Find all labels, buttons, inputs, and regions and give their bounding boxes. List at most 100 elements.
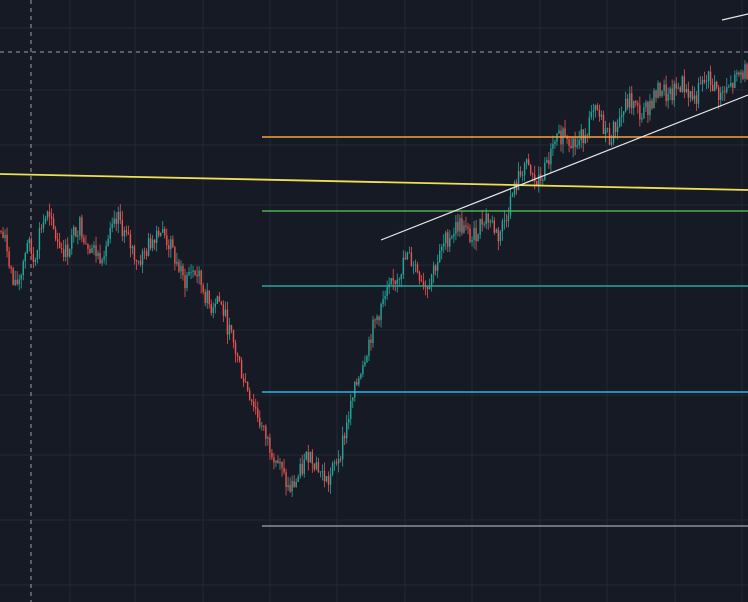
candle-body-down <box>259 417 261 427</box>
candlestick <box>291 475 293 497</box>
candle-body-down <box>89 248 91 253</box>
candle-body-up <box>299 463 301 477</box>
candle-body-up <box>188 272 190 276</box>
candlestick <box>521 170 524 182</box>
chart-canvas[interactable] <box>0 0 748 602</box>
candle-body-up <box>400 274 402 280</box>
candlestick <box>629 86 631 114</box>
candlestick <box>242 373 245 387</box>
candlestick <box>542 177 544 185</box>
candlestick <box>430 273 433 292</box>
candle-body-down <box>178 261 180 272</box>
candlestick <box>558 124 560 135</box>
candle-body-down <box>129 234 132 249</box>
candle-body-up <box>228 324 231 335</box>
candle-body-up <box>261 425 263 427</box>
candle-body-up <box>453 233 455 237</box>
candlestick <box>410 246 413 267</box>
candle-body-down <box>242 378 245 382</box>
candle-body-down <box>220 301 223 305</box>
candle-body-up <box>443 243 445 247</box>
candlestick <box>693 86 696 104</box>
candlestick <box>376 314 378 325</box>
candle-body-down <box>16 279 18 285</box>
candle-body-up <box>744 64 746 79</box>
candle-body-down <box>596 105 599 110</box>
candlestick <box>566 134 568 144</box>
candle-body-up <box>653 90 655 109</box>
candlestick <box>283 459 285 475</box>
candlestick <box>675 77 677 96</box>
candle-body-up <box>380 304 382 321</box>
candlestick <box>303 453 305 478</box>
candlestick <box>75 226 77 238</box>
candlestick <box>343 432 346 445</box>
candle-body-up <box>554 141 556 144</box>
candlestick <box>483 221 485 228</box>
candle-body-up <box>113 218 115 224</box>
candle-body-up <box>701 80 704 85</box>
candle-body-down <box>253 401 255 408</box>
candlestick <box>87 243 89 255</box>
white-trendline-extension[interactable] <box>721 13 748 21</box>
candle-body-down <box>475 227 477 242</box>
candle-body-up <box>214 303 217 308</box>
candlestick <box>160 232 162 237</box>
candle-body-down <box>457 221 459 232</box>
candle-body-up <box>186 275 188 289</box>
candle-body-up <box>408 252 411 254</box>
candlestick <box>313 463 316 472</box>
candlestick <box>182 263 184 281</box>
candle-body-up <box>337 458 340 464</box>
candlestick <box>602 110 605 135</box>
candle-body-up <box>46 211 49 219</box>
candle-body-down <box>285 472 287 488</box>
candlestick <box>137 260 140 265</box>
price-chart[interactable] <box>0 0 748 602</box>
candle-body-up <box>689 91 692 98</box>
candlestick <box>722 85 724 102</box>
candle-body-down <box>598 109 601 117</box>
candlestick <box>746 62 748 80</box>
candlestick <box>234 339 237 363</box>
candle-body-up <box>600 114 603 117</box>
candle-body-down <box>204 292 206 304</box>
candle-body-up <box>414 264 417 266</box>
candle-body-down <box>2 231 4 238</box>
candlestick <box>641 113 643 123</box>
candle-body-down <box>536 181 538 185</box>
candle-body-down <box>244 381 247 383</box>
candle-body-up <box>297 476 299 482</box>
candle-body-up <box>489 221 491 223</box>
candle-body-down <box>746 64 748 80</box>
candlestick <box>649 94 651 121</box>
candle-body-down <box>738 72 740 75</box>
candlestick <box>107 235 109 247</box>
candlesticks <box>0 60 748 497</box>
candle-body-down <box>238 356 241 361</box>
candlestick <box>111 217 113 233</box>
candlestick <box>594 104 597 118</box>
candlestick <box>121 210 124 242</box>
candle-body-down <box>143 251 146 253</box>
candlestick <box>584 127 586 144</box>
candle-body-down <box>568 139 570 146</box>
candlestick <box>578 130 580 150</box>
white-trendline[interactable] <box>380 94 748 241</box>
candle-body-down <box>153 239 156 243</box>
candlestick <box>218 292 221 302</box>
candle-body-up <box>350 400 352 419</box>
yellow-trendline[interactable] <box>0 173 748 191</box>
candle-body-down <box>283 467 285 473</box>
candle-body-down <box>250 399 253 402</box>
candlestick <box>131 245 134 255</box>
candlestick <box>348 411 350 430</box>
candlestick <box>570 137 572 149</box>
candle-body-down <box>184 275 186 289</box>
candle-body-up <box>170 239 172 250</box>
drawing-tools[interactable] <box>0 13 748 527</box>
candle-body-down <box>574 138 576 147</box>
candle-body-down <box>121 220 124 236</box>
candle-body-up <box>463 225 465 233</box>
candlestick <box>588 110 591 139</box>
